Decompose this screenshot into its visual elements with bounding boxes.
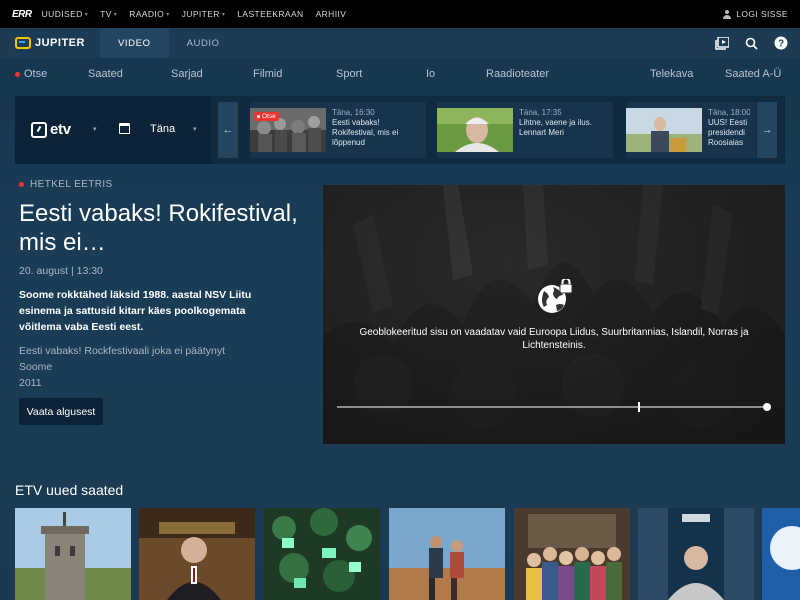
chevron-down-icon: ▾: [84, 11, 89, 18]
now-on-air-label: HETKEL EETRIS: [19, 179, 113, 190]
channel-selector: etv ▾ Täna ▾: [15, 96, 211, 164]
tab-video[interactable]: VIDEO: [100, 28, 169, 58]
category-sport[interactable]: Sport: [336, 68, 362, 80]
player-progress-bar[interactable]: [337, 402, 771, 412]
topnav-arhiiv[interactable]: ARHIIV: [316, 9, 347, 19]
err-top-bar: ERR UUDISED ▾ TV ▾ RAADIO ▾ JUPITER ▾ LASTEE…: [0, 0, 800, 28]
show-card[interactable]: [514, 508, 630, 600]
help-icon[interactable]: ?: [774, 36, 788, 50]
category-raadioteater[interactable]: Raadioteater: [486, 68, 549, 80]
tab-audio[interactable]: AUDIO: [169, 28, 238, 58]
jupiter-logo-icon: [15, 37, 31, 49]
schedule-strip: etv ▾ Täna ▾ ← Otse Täna, 16:30 Eesti va…: [15, 96, 785, 164]
err-logo[interactable]: ERR: [12, 9, 32, 20]
progress-knob[interactable]: [763, 403, 771, 411]
geoblock-message: Geoblokeeritud sisu on vaadatav vaid Eur…: [359, 327, 749, 351]
live-badge: Otse: [254, 112, 279, 121]
category-sarjad[interactable]: Sarjad: [171, 68, 203, 80]
country: Soome: [19, 361, 53, 373]
show-card[interactable]: [389, 508, 505, 600]
err-top-nav: UUDISED ▾ TV ▾ RAADIO ▾ JUPITER ▾ LASTEEKRAA…: [42, 9, 347, 19]
show-title: Eesti vabaks! Rokifestival, mis ei…: [19, 200, 298, 256]
progress-marker[interactable]: [638, 402, 640, 412]
header-icons: ?: [715, 36, 800, 50]
category-io[interactable]: Io: [426, 68, 435, 80]
schedule-item[interactable]: Täna, 18:00 UUS! Eesti presidendi Roosia…: [626, 102, 756, 158]
jupiter-logo[interactable]: JUPITER: [0, 37, 100, 49]
arrow-right-icon: →: [761, 124, 773, 136]
channel-dropdown[interactable]: etv: [31, 121, 71, 138]
etv-logo-icon: [31, 121, 47, 138]
program-thumbnail: Otse: [250, 108, 326, 152]
category-nav: Otse Saated Sarjad Filmid Sport Io Raadi…: [0, 58, 800, 90]
program-thumbnail: [626, 108, 702, 152]
video-player[interactable]: Geoblokeeritud sisu on vaadatav vaid Eur…: [323, 185, 785, 444]
show-card[interactable]: [638, 508, 754, 600]
show-card[interactable]: [264, 508, 380, 600]
category-saated[interactable]: Saated: [88, 68, 123, 80]
svg-text:?: ?: [778, 39, 784, 50]
show-meta: Eesti vabaks! Rockfestivaali joka ei pää…: [19, 343, 279, 391]
playlist-icon[interactable]: [715, 36, 729, 50]
schedule-item[interactable]: Täna, 17:35 Lihtne, vaene ja ilus. Lenna…: [437, 102, 613, 158]
original-title: Eesti vabaks! Rockfestivaali joka ei pää…: [19, 345, 226, 357]
geoblock-globe-icon: [536, 277, 574, 320]
year: 2011: [19, 377, 42, 389]
show-card[interactable]: [15, 508, 131, 600]
topnav-uudised[interactable]: UUDISED ▾: [42, 9, 88, 19]
show-card[interactable]: [139, 508, 255, 600]
chevron-down-icon[interactable]: ▾: [93, 125, 97, 133]
topnav-lasteekraan[interactable]: LASTEEKRAAN: [237, 9, 303, 19]
category-filmid[interactable]: Filmid: [253, 68, 282, 80]
category-saated-a-u[interactable]: Saated A-Ü: [725, 68, 781, 80]
chevron-down-icon[interactable]: ▾: [193, 125, 197, 133]
jupiter-header: JUPITER VIDEO AUDIO ?: [0, 28, 800, 58]
chevron-down-icon: ▾: [113, 11, 118, 18]
watch-from-start-button[interactable]: Vaata algusest: [19, 398, 103, 425]
live-dot-icon: [15, 71, 20, 77]
schedule-next-button[interactable]: →: [757, 102, 777, 158]
program-info: Täna, 17:35 Lihtne, vaene ja ilus. Lenna…: [519, 108, 592, 137]
chevron-down-icon: ▾: [221, 11, 226, 18]
search-icon[interactable]: [745, 37, 758, 50]
category-otse[interactable]: Otse: [15, 68, 47, 80]
section-title: ETV uued saated: [15, 482, 124, 498]
new-shows-carousel: [15, 508, 800, 600]
user-icon: [723, 9, 732, 19]
arrow-left-icon: ←: [222, 124, 234, 136]
schedule-prev-button[interactable]: ←: [218, 102, 238, 158]
category-telekava[interactable]: Telekava: [650, 68, 693, 80]
topnav-tv[interactable]: TV ▾: [100, 9, 117, 19]
program-thumbnail: [437, 108, 513, 152]
show-description: Soome rokktähed läksid 1988. aastal NSV …: [19, 289, 252, 333]
day-selector[interactable]: Täna: [150, 123, 175, 135]
calendar-icon[interactable]: [119, 123, 130, 134]
topnav-raadio[interactable]: RAADIO ▾: [129, 9, 169, 19]
schedule-item[interactable]: Otse Täna, 16:30 Eesti vabaks! Rokifesti…: [250, 102, 426, 158]
show-date: 20. august | 13:30: [19, 265, 103, 277]
topnav-jupiter[interactable]: JUPITER ▾: [182, 9, 226, 19]
chevron-down-icon: ▾: [166, 11, 170, 18]
program-info: Täna, 16:30 Eesti vabaks! Rokifestival, …: [332, 108, 399, 147]
program-info: Täna, 18:00 UUS! Eesti presidendi Roosia…: [708, 108, 750, 147]
login-link[interactable]: LOGI SISSE: [723, 9, 788, 19]
show-card[interactable]: [762, 508, 800, 600]
